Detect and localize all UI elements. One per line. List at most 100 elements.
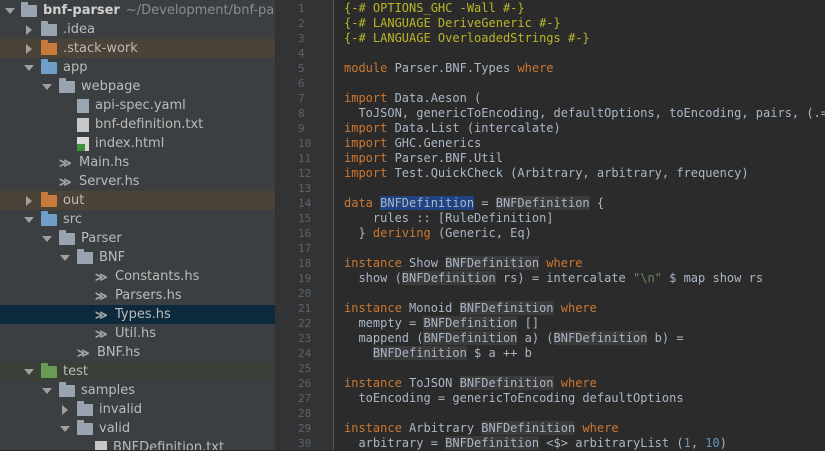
code-line[interactable]: import Data.Aeson ( xyxy=(344,91,481,106)
code-line[interactable]: arbitrary = BNFDefinition <$> arbitraryL… xyxy=(344,436,727,450)
code-token: {-# OPTIONS_GHC -Wall #-} xyxy=(344,1,525,15)
code-area[interactable]: {-# OPTIONS_GHC -Wall #-} {-# LANGUAGE De… xyxy=(334,0,825,450)
project-path: ~/Development/bnf-parser xyxy=(125,3,275,18)
code-line[interactable]: ToJSON, genericToEncoding, defaultOption… xyxy=(344,106,825,121)
code-line[interactable]: import Data.List (intercalate) xyxy=(344,121,561,136)
line-number: 30 xyxy=(298,437,312,450)
code-line[interactable]: BNFDefinition $ a ++ b xyxy=(344,346,532,361)
code-token: Show xyxy=(409,256,446,270)
code-token: BNFDefinition xyxy=(445,436,540,450)
code-token: ToJSON xyxy=(409,376,460,390)
code-token: $ a ++ b xyxy=(466,346,532,360)
chevron-right-icon[interactable] xyxy=(23,24,35,36)
chevron-down-icon[interactable] xyxy=(23,366,35,378)
chevron-down-icon[interactable] xyxy=(5,5,15,17)
code-token: where xyxy=(539,256,583,270)
code-token: toEncoding = genericToEncoding defaultOp… xyxy=(344,391,684,405)
tree-item-types-hs[interactable]: ≫ Types.hs xyxy=(0,305,275,324)
code-line[interactable]: instance Monoid BNFDefinition where xyxy=(344,301,597,316)
tree-item-stack-work[interactable]: .stack-work xyxy=(0,39,275,58)
code-token: b) = xyxy=(647,331,684,345)
chevron-right-icon[interactable] xyxy=(59,404,71,416)
chevron-right-icon[interactable] xyxy=(23,195,35,207)
folder-icon xyxy=(41,362,57,378)
code-line[interactable]: import Parser.BNF.Util xyxy=(344,151,503,166)
code-token: Arbitrary xyxy=(409,421,482,435)
code-token: { xyxy=(589,196,605,210)
tree-item-app[interactable]: app xyxy=(0,58,275,77)
chevron-down-icon[interactable] xyxy=(23,62,35,74)
tree-item-label: valid xyxy=(99,421,131,436)
tree-item-parser[interactable]: Parser xyxy=(0,229,275,248)
line-number: 27 xyxy=(298,392,312,405)
line-number: 2 xyxy=(298,17,305,30)
tree-item-bnf[interactable]: BNF xyxy=(0,248,275,267)
chevron-down-icon[interactable] xyxy=(41,385,53,397)
code-token: "\n" xyxy=(633,271,662,285)
folder-icon xyxy=(41,39,57,55)
code-token: <$> arbitraryList ( xyxy=(539,436,684,450)
code-line[interactable]: {-# LANGUAGE DeriveGeneric #-} xyxy=(344,16,561,31)
code-line[interactable]: data BNFDefinition = BNFDefinition { xyxy=(344,196,604,211)
project-tree[interactable]: bnf-parser ~/Development/bnf-parser .idea.… xyxy=(0,0,276,450)
line-number: 16 xyxy=(298,227,312,240)
code-token: instance xyxy=(344,376,410,390)
tree-item-label: samples xyxy=(81,383,136,398)
chevron-down-icon[interactable] xyxy=(41,81,53,93)
tree-item-api-spec-yaml[interactable]: api-spec.yaml xyxy=(0,96,275,115)
tree-item-index-html[interactable]: index.html xyxy=(0,134,275,153)
code-line[interactable]: instance Show BNFDefinition where xyxy=(344,256,582,271)
tree-item-out[interactable]: out xyxy=(0,191,275,210)
tree-item-main-hs[interactable]: ≫ Main.hs xyxy=(0,153,275,172)
tree-item-webpage[interactable]: webpage xyxy=(0,77,275,96)
code-line[interactable]: import Test.QuickCheck (Arbitrary, arbit… xyxy=(344,166,749,181)
tree-item-constants-hs[interactable]: ≫ Constants.hs xyxy=(0,267,275,286)
code-line[interactable]: mempty = BNFDefinition [] xyxy=(344,316,539,331)
tree-item-src[interactable]: src xyxy=(0,210,275,229)
tree-item-label: BNF.hs xyxy=(97,345,141,360)
tree-item-bnf-definition-txt[interactable]: bnf-definition.txt xyxy=(0,115,275,134)
chevron-down-icon[interactable] xyxy=(59,252,71,264)
tree-item-invalid[interactable]: invalid xyxy=(0,400,275,419)
tree-item-bnf-parser[interactable]: bnf-parser ~/Development/bnf-parser xyxy=(0,1,275,20)
tree-item-idea[interactable]: .idea xyxy=(0,20,275,39)
chevron-down-icon[interactable] xyxy=(41,233,53,245)
code-line[interactable]: } deriving (Generic, Eq) xyxy=(344,226,531,241)
code-line[interactable]: rules :: [RuleDefinition] xyxy=(344,211,554,226)
code-line[interactable]: {-# LANGUAGE OverloadedStrings #-} xyxy=(344,31,590,46)
tree-item-label: .stack-work xyxy=(63,41,138,56)
tree-item-test[interactable]: test xyxy=(0,362,275,381)
code-line[interactable]: module Parser.BNF.Types where xyxy=(344,61,554,76)
code-line[interactable]: import GHC.Generics xyxy=(344,136,481,151)
tree-item-samples[interactable]: samples xyxy=(0,381,275,400)
code-token: instance xyxy=(344,301,410,315)
chevron-down-icon[interactable] xyxy=(23,214,35,226)
code-line[interactable]: instance ToJSON BNFDefinition where xyxy=(344,376,597,391)
tree-item-bnfdefinition-txt[interactable]: BNFDefinition.txt xyxy=(0,438,275,451)
tree-item-util-hs[interactable]: ≫ Util.hs xyxy=(0,324,275,343)
code-line[interactable]: instance Arbitrary BNFDefinition where xyxy=(344,421,619,436)
tree-item-valid[interactable]: valid xyxy=(0,419,275,438)
code-token: import xyxy=(344,91,395,105)
tree-item-server-hs[interactable]: ≫ Server.hs xyxy=(0,172,275,191)
code-line[interactable]: toEncoding = genericToEncoding defaultOp… xyxy=(344,391,684,406)
code-token: BNFDefinition xyxy=(423,331,518,345)
code-line[interactable]: {-# OPTIONS_GHC -Wall #-} xyxy=(344,1,525,16)
code-token: BNFDefinition xyxy=(401,271,496,285)
code-line[interactable]: mappend (BNFDefinition a) (BNFDefinition… xyxy=(344,331,684,346)
chevron-down-icon[interactable] xyxy=(59,423,71,435)
code-token: BNFDefinition xyxy=(380,196,475,210)
tree-item-label: bnf-parser xyxy=(43,3,120,18)
code-editor[interactable]: 1 2 3 4 5 6 7 8 9 10 11 12 13 14 15 16 17 18 19 20 21 22 23 24 2… xyxy=(276,0,825,450)
chevron-right-icon[interactable] xyxy=(23,43,35,55)
code-line[interactable]: show (BNFDefinition rs) = intercalate "\… xyxy=(344,271,763,286)
code-token: mempty = xyxy=(344,316,424,330)
tree-item-bnf-hs[interactable]: ≫ BNF.hs xyxy=(0,343,275,362)
line-number: 19 xyxy=(298,272,312,285)
tree-item-parsers-hs[interactable]: ≫ Parsers.hs xyxy=(0,286,275,305)
code-token: 10 xyxy=(705,436,720,450)
tree-item-label: api-spec.yaml xyxy=(95,98,186,113)
